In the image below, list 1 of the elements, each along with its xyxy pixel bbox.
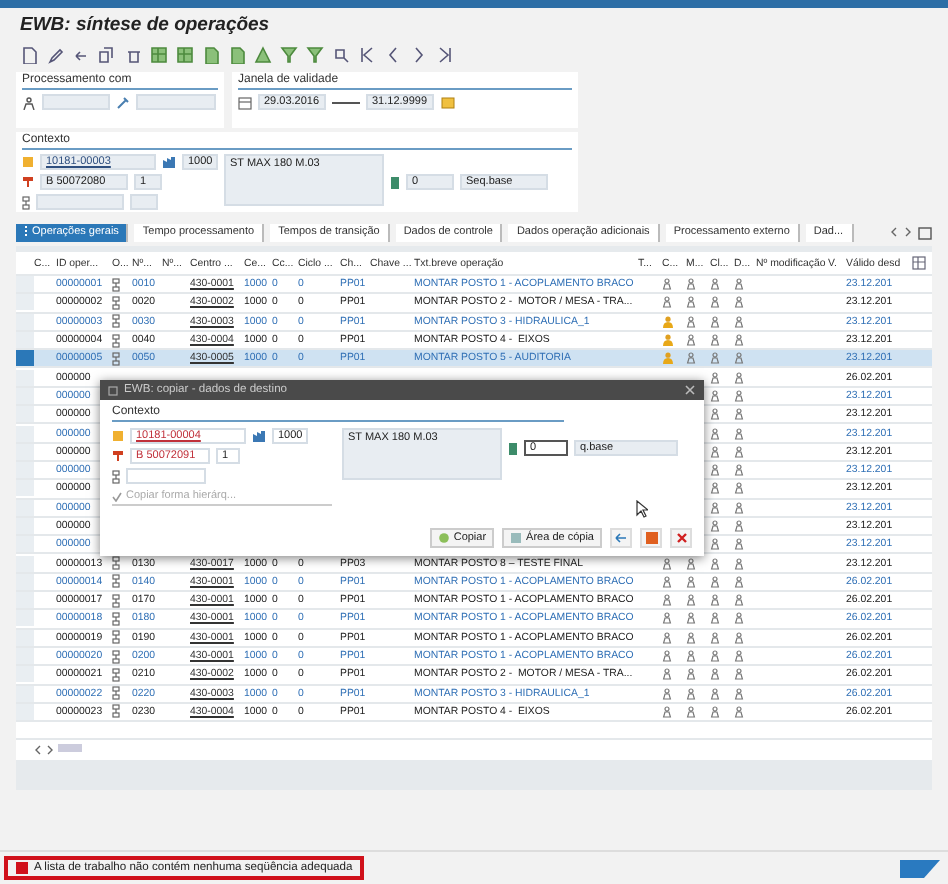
window-title: EWB: síntese de operações — [18, 11, 272, 39]
